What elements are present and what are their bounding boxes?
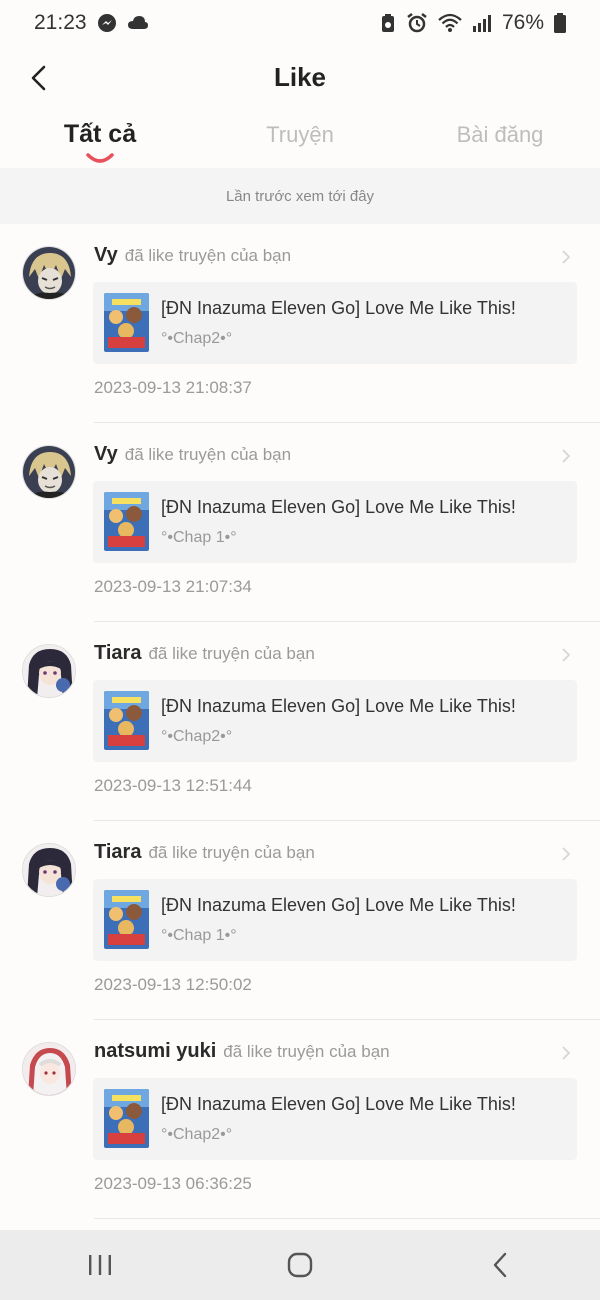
timestamp: 2023-09-13 12:50:02 xyxy=(94,975,252,994)
notification-line: natsumi yuki đã like truyện của bạn xyxy=(94,1040,560,1070)
notification-list[interactable]: Vy đã like truyện của bạn [ĐN Inazuma El… xyxy=(0,224,600,1230)
story-cover xyxy=(104,293,149,352)
story-chapter: °•Chap 1•° xyxy=(161,927,237,944)
action-text: đã like truyện của bạn xyxy=(124,246,292,265)
battery-percent: 76% xyxy=(501,11,544,34)
tab-label: Bài đăng xyxy=(456,122,544,147)
story-cover xyxy=(104,890,149,949)
tab-bar: Tất cả Truyện Bài đăng xyxy=(0,108,600,168)
messenger-icon xyxy=(97,13,117,33)
chevron-right-icon[interactable] xyxy=(558,644,574,666)
story-card[interactable]: [ĐN Inazuma Eleven Go] Love Me Like This… xyxy=(93,282,577,364)
list-item[interactable]: Vy đã like truyện của bạn [ĐN Inazuma El… xyxy=(0,423,600,622)
status-right: 76% xyxy=(380,11,566,35)
home-icon xyxy=(287,1252,313,1278)
username[interactable]: Vy xyxy=(94,244,118,267)
list-item[interactable]: Tiara đã like truyện của bạn [ĐN Inazuma… xyxy=(0,622,600,821)
story-card[interactable]: [ĐN Inazuma Eleven Go] Love Me Like This… xyxy=(93,680,577,762)
story-card[interactable]: [ĐN Inazuma Eleven Go] Love Me Like This… xyxy=(93,481,577,563)
action-text: đã like truyện của bạn xyxy=(223,1042,390,1061)
username[interactable]: Vy xyxy=(94,443,118,466)
app-header: Like xyxy=(0,46,600,108)
tab-label: Truyện xyxy=(266,122,334,147)
story-title: [ĐN Inazuma Eleven Go] Love Me Like This… xyxy=(161,696,516,716)
timestamp: 2023-09-13 21:07:34 xyxy=(94,577,252,596)
home-button[interactable] xyxy=(270,1240,330,1290)
tab-posts[interactable]: Bài đăng xyxy=(400,108,600,168)
back-button[interactable] xyxy=(18,58,58,98)
notification-line: Vy đã like truyện của bạn xyxy=(94,244,560,274)
chevron-right-icon[interactable] xyxy=(558,445,574,467)
story-cover xyxy=(104,691,149,750)
timestamp: 2023-09-13 21:08:37 xyxy=(94,378,252,397)
last-seen-text: Lần trước xem tới đây xyxy=(225,187,375,205)
active-tab-indicator xyxy=(86,153,114,163)
avatar[interactable] xyxy=(22,843,76,897)
tab-all[interactable]: Tất cả xyxy=(0,108,200,168)
nav-back-button[interactable] xyxy=(470,1240,530,1290)
status-time: 21:23 xyxy=(34,11,87,34)
story-chapter: °•Chap2•° xyxy=(161,330,233,347)
page-title: Like xyxy=(273,61,327,92)
status-left: 21:23 xyxy=(34,11,149,35)
timestamp: 2023-09-13 06:36:25 xyxy=(94,1174,252,1193)
tab-label: Tất cả xyxy=(63,120,137,148)
list-item[interactable]: Vy đã like truyện của bạn [ĐN Inazuma El… xyxy=(0,224,600,423)
story-cover xyxy=(104,1089,149,1148)
username[interactable]: Tiara xyxy=(94,642,141,665)
story-card[interactable]: [ĐN Inazuma Eleven Go] Love Me Like This… xyxy=(93,879,577,961)
recent-apps-button[interactable] xyxy=(70,1240,130,1290)
story-cover xyxy=(104,492,149,551)
battery-icon xyxy=(554,13,566,33)
story-card[interactable]: [ĐN Inazuma Eleven Go] Love Me Like This… xyxy=(93,1078,577,1160)
chevron-right-icon[interactable] xyxy=(558,246,574,268)
notification-line: Tiara đã like truyện của bạn xyxy=(94,841,560,871)
story-chapter: °•Chap2•° xyxy=(161,1126,233,1143)
notification-line: Vy đã like truyện của bạn xyxy=(94,443,560,473)
story-title: [ĐN Inazuma Eleven Go] Love Me Like This… xyxy=(161,1094,516,1114)
action-text: đã like truyện của bạn xyxy=(124,445,292,464)
system-nav-bar xyxy=(0,1230,600,1300)
avatar[interactable] xyxy=(22,644,76,698)
username[interactable]: Tiara xyxy=(94,841,141,864)
back-arrow-icon xyxy=(31,65,46,91)
signal-icon xyxy=(472,14,492,32)
avatar[interactable] xyxy=(22,1042,76,1096)
story-chapter: °•Chap2•° xyxy=(161,728,233,745)
story-title: [ĐN Inazuma Eleven Go] Love Me Like This… xyxy=(161,298,516,318)
chevron-right-icon[interactable] xyxy=(558,843,574,865)
alarm-icon xyxy=(406,12,428,34)
wifi-icon xyxy=(438,13,462,33)
nav-back-icon xyxy=(493,1252,507,1278)
avatar[interactable] xyxy=(22,246,76,300)
status-bar: 21:23 76% xyxy=(0,0,600,46)
chevron-right-icon[interactable] xyxy=(558,1042,574,1064)
story-chapter: °•Chap 1•° xyxy=(161,529,237,546)
timestamp: 2023-09-13 12:51:44 xyxy=(94,776,252,795)
divider xyxy=(94,1218,600,1219)
list-item[interactable]: Tiara đã like truyện của bạn [ĐN Inazuma… xyxy=(0,821,600,1020)
last-seen-banner[interactable]: Lần trước xem tới đây xyxy=(0,168,600,224)
action-text: đã like truyện của bạn xyxy=(148,843,315,862)
action-text: đã like truyện của bạn xyxy=(148,644,315,663)
username[interactable]: natsumi yuki xyxy=(94,1040,216,1063)
story-title: [ĐN Inazuma Eleven Go] Love Me Like This… xyxy=(161,895,516,915)
story-title: [ĐN Inazuma Eleven Go] Love Me Like This… xyxy=(161,497,516,517)
tab-stories[interactable]: Truyện xyxy=(200,108,400,168)
list-item[interactable]: natsumi yuki đã like truyện của bạn [ĐN … xyxy=(0,1020,600,1219)
battery-saver-icon xyxy=(380,13,396,33)
notification-line: Tiara đã like truyện của bạn xyxy=(94,642,560,672)
avatar[interactable] xyxy=(22,445,76,499)
recent-apps-icon xyxy=(89,1255,111,1275)
cloud-icon xyxy=(127,15,149,31)
